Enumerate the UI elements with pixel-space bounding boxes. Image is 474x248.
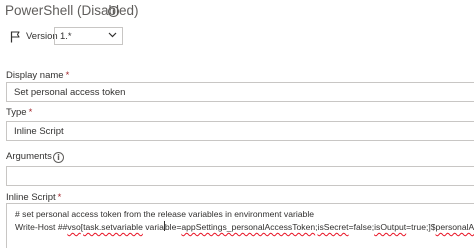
- required-marker: *: [28, 107, 33, 118]
- version-label: Version: [26, 31, 58, 42]
- version-value: 1.*: [60, 31, 72, 42]
- script-text: varia: [142, 222, 164, 232]
- display-name-input[interactable]: Set personal access token: [6, 82, 474, 102]
- script-text: =false;: [348, 222, 375, 232]
- script-text: isSecret: [317, 222, 349, 232]
- arguments-input[interactable]: [6, 166, 474, 186]
- type-select[interactable]: Inline Script: [6, 121, 474, 141]
- chevron-down-icon: [108, 32, 117, 38]
- script-line-1: # set personal access token from the rel…: [15, 209, 315, 219]
- script-text: ble=: [164, 222, 182, 232]
- type-label-text: Type: [6, 107, 27, 118]
- script-text: Write-Host ##: [15, 222, 68, 232]
- script-text: isOutput: [374, 222, 407, 232]
- info-icon[interactable]: i: [53, 152, 64, 163]
- required-marker: *: [65, 70, 70, 81]
- type-value: Inline Script: [14, 126, 64, 137]
- script-text: =true;]$: [406, 222, 436, 232]
- info-icon[interactable]: i: [108, 6, 119, 17]
- display-name-label-text: Display name: [6, 70, 64, 81]
- display-name-value: Set personal access token: [14, 87, 126, 98]
- script-text: appSettings_personalAccessToken: [181, 222, 316, 232]
- flag-icon: [10, 31, 20, 43]
- type-label: Type *: [6, 107, 32, 118]
- display-name-label: Display name *: [6, 70, 69, 81]
- arguments-label: Arguments: [6, 151, 52, 162]
- inline-script-label-text: Inline Script: [6, 192, 56, 203]
- script-text: personalAccessToken: [435, 222, 474, 232]
- inline-script-editor[interactable]: # set personal access token from the rel…: [6, 203, 474, 248]
- required-marker: *: [57, 192, 62, 203]
- version-select[interactable]: 1.*: [54, 27, 123, 45]
- script-line-2: Write-Host ##vso[task.setvariable variab…: [15, 221, 474, 232]
- script-text: task.setvariable: [83, 222, 143, 232]
- script-text: vso: [67, 222, 81, 232]
- inline-script-label: Inline Script *: [6, 192, 61, 203]
